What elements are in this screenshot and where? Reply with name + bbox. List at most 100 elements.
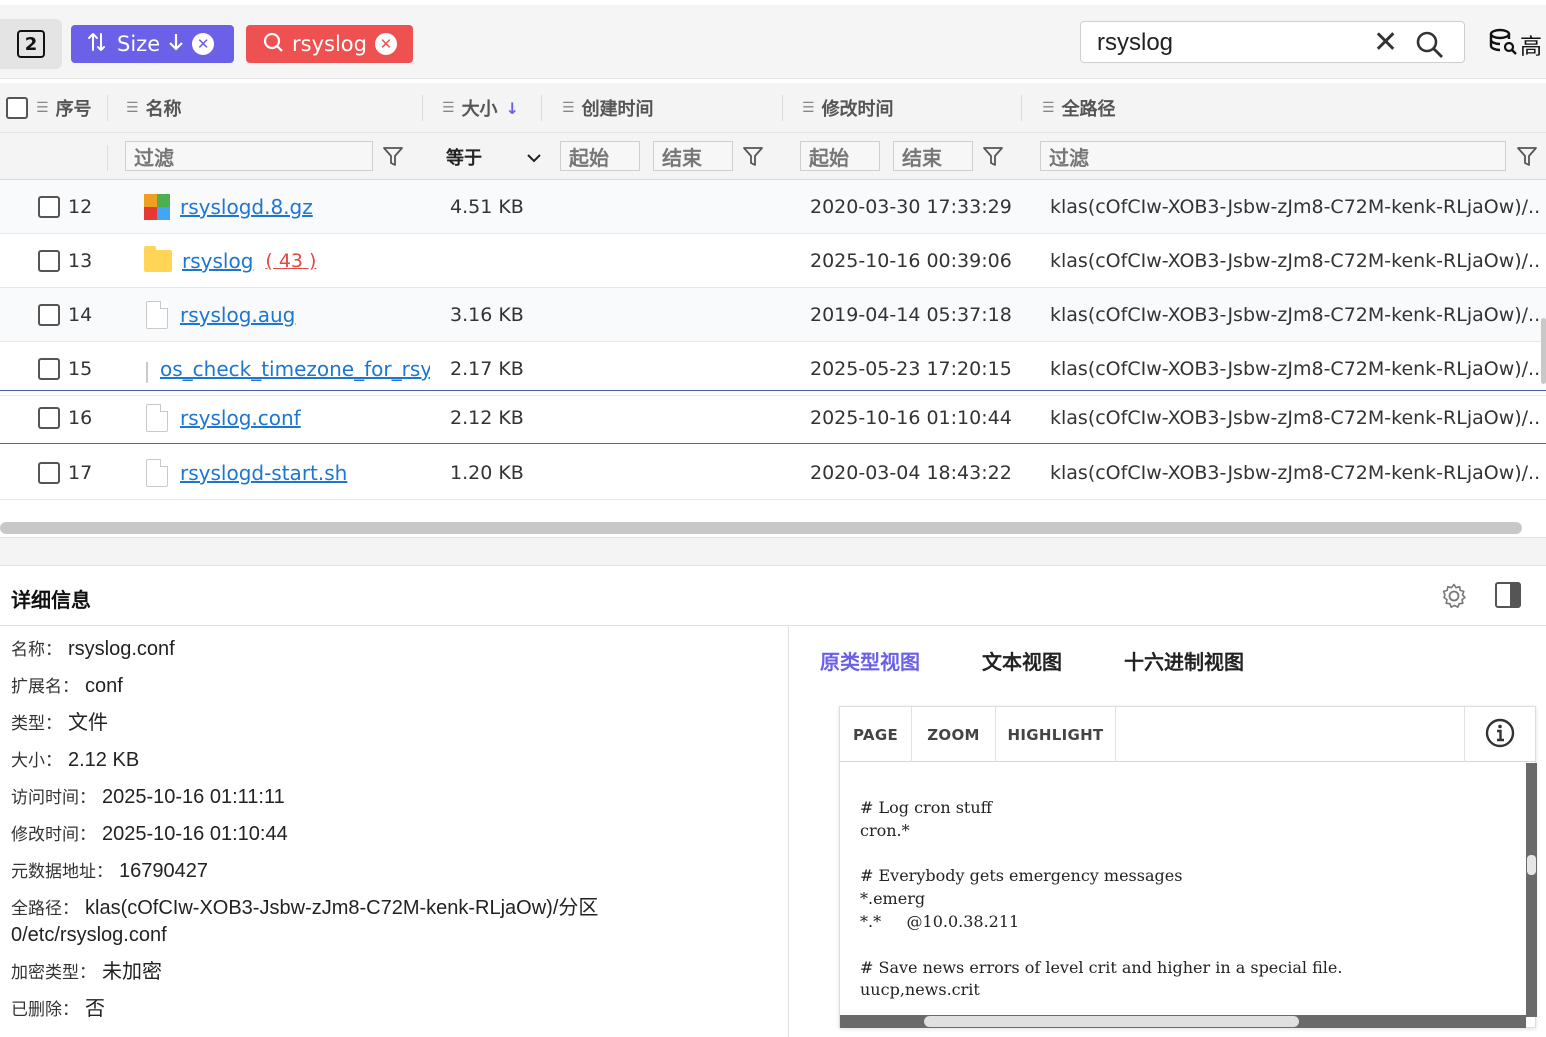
prop-key: 加密类型： [11,963,96,982]
folder-name-link[interactable]: rsyslog [182,249,253,273]
search-icon[interactable] [1415,30,1445,64]
gear-icon[interactable] [1440,582,1468,614]
column-divider[interactable] [1021,95,1022,121]
advanced-label: 高 [1520,35,1543,60]
column-menu-icon[interactable]: ☰ [802,100,815,116]
filter-icon[interactable] [1516,145,1538,173]
zoom-button[interactable]: ZOOM [912,707,996,762]
col-size-label: 大小 [461,99,498,120]
viewer-horizontal-scrollbar[interactable] [840,1015,1526,1028]
column-menu-icon[interactable]: ☰ [562,100,575,116]
file-name-link[interactable]: os_check_timezone_for_rsys [160,357,430,381]
tab-hex-view[interactable]: 十六进制视图 [1124,646,1244,675]
column-divider[interactable] [541,95,542,121]
pane-toggle-button[interactable]: 2 [0,19,62,69]
column-menu-icon[interactable]: ☰ [36,100,49,116]
size-operator-select[interactable]: 等于 [446,143,542,171]
modified-time: 2019-04-14 05:37:18 [810,304,1012,326]
table-row[interactable]: 14 rsyslog.aug 3.16 KB 2019-04-14 05:37:… [0,288,1546,342]
row-checkbox[interactable] [38,196,60,218]
row-checkbox[interactable] [38,358,60,380]
table-row[interactable]: 13 rsyslog ( 43 ) 2025-10-16 00:39:06 kl… [0,234,1546,288]
name-filter-input[interactable]: 过滤 [125,141,373,171]
table-row-selected[interactable]: 16 rsyslog.conf 2.12 KB 2025-10-16 01:10… [0,390,1546,444]
filter-icon[interactable] [982,145,1004,173]
col-modified[interactable]: ☰ 修改时间 [802,83,894,133]
column-menu-icon[interactable]: ☰ [1042,100,1055,116]
prop-value: rsyslog.conf [68,638,175,660]
modified-end-input[interactable]: 结束 [893,141,973,171]
file-name-link[interactable]: rsyslogd.8.gz [180,195,313,219]
select-all-checkbox[interactable] [6,97,28,119]
clear-search-icon[interactable]: ✕ [1373,28,1398,58]
table-row[interactable]: 15 os_check_timezone_for_rsys 2.17 KB 20… [0,342,1546,396]
filter-icon[interactable] [742,145,764,173]
row-checkbox[interactable] [38,407,60,429]
row-checkbox[interactable] [38,304,60,326]
size-chip-remove-icon[interactable]: ✕ [192,33,215,55]
page-button[interactable]: PAGE [840,707,912,762]
table-row[interactable]: 17 rsyslogd-start.sh 1.20 KB 2020-03-04 … [0,446,1546,500]
viewer-toolbar: PAGE ZOOM HIGHLIGHT [840,707,1535,762]
tab-native-view[interactable]: 原类型视图 [820,646,920,675]
file-name-link[interactable]: rsyslog.aug [180,303,295,327]
col-path-label: 全路径 [1061,99,1116,120]
col-name[interactable]: ☰ 名称 [126,83,182,133]
query-chip[interactable]: rsyslog ✕ [246,25,413,63]
column-divider[interactable] [422,95,423,121]
file-icon [146,355,148,383]
database-search-icon [1488,27,1518,63]
column-menu-icon[interactable]: ☰ [442,100,455,116]
modified-time: 2025-10-16 01:10:44 [810,407,1012,429]
row-checkbox[interactable] [38,250,60,272]
prop-full-path: 全路径： klas(cOfCIw-XOB3-Jsbw-zJm8-C72M-kenk… [11,895,661,949]
prop-key: 修改时间： [11,825,96,844]
sidebar-toggle-icon[interactable] [1494,581,1522,613]
path-filter-input[interactable]: 过滤 [1040,141,1506,171]
col-index[interactable]: ☰ 序号 [6,83,92,133]
col-path[interactable]: ☰ 全路径 [1042,83,1116,133]
viewer-vertical-scrollbar[interactable] [1526,763,1537,1017]
file-size: 3.16 KB [450,304,524,326]
row-index: 13 [68,250,93,272]
table-vertical-scrollbar[interactable] [1541,318,1546,384]
prop-value: 2.12 KB [68,749,140,771]
size-chip-label: Size [117,32,161,56]
scroll-thumb[interactable] [1527,855,1536,875]
prop-encryption: 加密类型： 未加密 [11,959,671,986]
column-menu-icon[interactable]: ☰ [126,100,139,116]
size-sort-chip[interactable]: Size ✕ [71,25,234,63]
column-divider[interactable] [107,95,108,121]
detail-header: 详细信息 [0,566,1546,626]
pane-splitter[interactable] [0,537,1546,566]
info-button[interactable] [1464,707,1535,762]
zip-icon [144,194,170,220]
modified-start-input[interactable]: 起始 [800,141,880,171]
highlight-button[interactable]: HIGHLIGHT [996,707,1116,762]
col-size[interactable]: ☰ 大小 ↓ [442,83,519,133]
advanced-search-button[interactable]: 高 [1488,27,1542,63]
file-name-link[interactable]: rsyslogd-start.sh [180,461,347,485]
query-chip-remove-icon[interactable]: ✕ [374,33,397,55]
search-input[interactable] [1097,28,1367,58]
file-name-link[interactable]: rsyslog.conf [180,406,301,430]
file-icon [146,301,168,329]
col-created[interactable]: ☰ 创建时间 [562,83,654,133]
detail-title: 详细信息 [11,588,91,612]
column-divider[interactable] [782,95,783,121]
prop-deleted: 已删除： 否 [11,996,671,1023]
pane-number: 2 [17,30,45,58]
table-row[interactable]: 12 rsyslogd.8.gz 4.51 KB 2020-03-30 17:3… [0,180,1546,234]
column-divider [107,145,108,171]
created-start-input[interactable]: 起始 [560,141,640,171]
filter-icon[interactable] [382,145,404,173]
row-checkbox[interactable] [38,462,60,484]
modified-time: 2025-10-16 00:39:06 [810,250,1012,272]
tab-text-view[interactable]: 文本视图 [982,646,1062,675]
detail-divider [788,626,789,1037]
scroll-thumb[interactable] [924,1016,1299,1027]
created-end-input[interactable]: 结束 [653,141,733,171]
query-chip-label: rsyslog [292,32,367,56]
table-horizontal-scrollbar[interactable] [0,522,1522,534]
item-count[interactable]: ( 43 ) [265,250,316,272]
